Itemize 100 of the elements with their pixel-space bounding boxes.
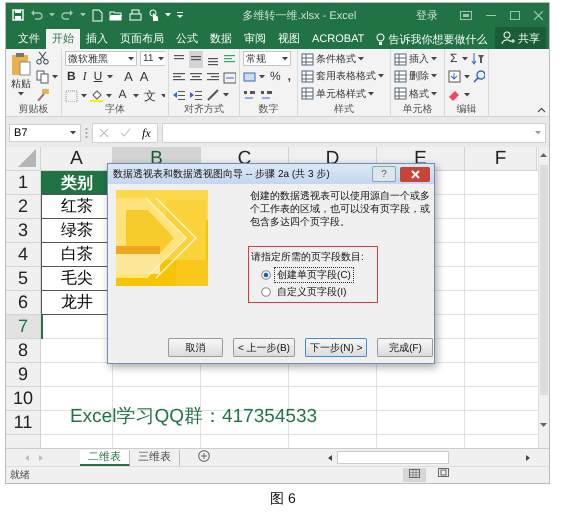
shrink-font-button[interactable]: A [138,69,150,84]
undo-icon[interactable] [30,9,43,21]
italic-button[interactable]: I [80,69,89,84]
caret-icon[interactable] [165,13,171,17]
font-size-field[interactable]: 11 [140,51,165,66]
column-header[interactable]: F [465,147,537,171]
caret-icon[interactable] [223,93,229,97]
ribbon-tab[interactable]: 插入 [80,29,114,49]
share-button[interactable]: 共享 [495,27,546,49]
sheet-tab[interactable]: 二维表 [80,450,130,466]
accounting-icon[interactable] [243,70,256,84]
sign-in-link[interactable]: 登录 [416,8,438,22]
close-button[interactable] [400,166,430,182]
scroll-right-icon[interactable] [525,454,531,462]
ribbon-tab[interactable]: 页面布局 [114,29,170,49]
caret-icon[interactable] [81,94,87,98]
add-sheet-icon[interactable] [198,450,210,462]
radio-label[interactable]: 创建单页字段(C) [274,267,354,283]
scrollbar-thumb[interactable] [540,165,548,395]
search-icon[interactable] [473,70,485,83]
caret-icon[interactable] [52,74,58,78]
caret-icon[interactable] [18,92,24,96]
number-format-field[interactable]: 常规 [243,51,291,66]
name-box[interactable]: B7 [9,124,81,142]
fill-color-icon[interactable] [90,89,103,102]
printer-icon[interactable] [129,9,142,21]
fill-down-icon[interactable] [448,70,461,83]
radio-button[interactable] [261,287,271,297]
radio-label[interactable]: 自定义页字段(I) [274,285,350,299]
copy-icon[interactable] [36,70,49,84]
paste-button[interactable]: 粘贴 [9,51,33,102]
caret-icon[interactable] [107,74,114,78]
ribbon-tab[interactable]: 开始 [46,29,80,49]
ribbon-tab[interactable]: ACROBAT [306,29,370,49]
dialog-button[interactable]: 取消 [168,338,223,357]
ribbon-command[interactable]: 套用表格格式 [301,68,384,85]
save-icon[interactable] [12,9,24,21]
orientation-icon[interactable] [206,88,220,102]
close-icon[interactable] [534,10,543,20]
dialog-button[interactable]: < 上一步(B) [233,338,295,357]
phonetic-button[interactable]: 文 [142,88,158,102]
caret-icon[interactable] [464,92,470,96]
customize-icon[interactable] [177,12,183,18]
new-document-icon[interactable] [92,8,103,22]
caret-icon[interactable] [282,56,288,60]
ribbon-tab[interactable]: 视图 [272,29,306,49]
normal-view-icon[interactable] [409,469,420,478]
ribbon-command[interactable]: 格式 [394,86,437,102]
font-color-button[interactable]: A [115,87,130,102]
caret-icon[interactable] [431,74,437,78]
caret-icon[interactable] [462,56,468,60]
ribbon-command[interactable]: 插入 [394,51,437,68]
page-layout-icon[interactable] [438,468,449,477]
scroll-left-icon[interactable] [327,454,333,462]
scrollbar-thumb[interactable] [337,451,449,464]
ribbon-tab[interactable]: 公式 [170,29,204,49]
scissors-icon[interactable] [36,51,49,65]
lightbulb-icon[interactable] [376,33,386,45]
merge-center-icon[interactable] [223,71,236,85]
caret-icon[interactable] [158,56,164,60]
bold-button[interactable]: B [65,69,78,84]
sort-filter-icon[interactable] [471,52,485,66]
scroll-up-icon[interactable] [539,151,548,159]
person-add-icon[interactable] [501,31,515,45]
ribbon-tab[interactable]: 审阅 [238,29,272,49]
maximize-icon[interactable] [510,10,520,20]
caret-icon[interactable] [70,131,76,135]
caret-icon[interactable] [106,94,112,98]
row-header[interactable]: 7 [6,315,41,339]
underline-button[interactable]: U [92,69,104,84]
checkmark-icon[interactable] [120,128,131,138]
ribbon-command[interactable]: 单元格样式 [301,86,384,102]
caret-icon[interactable] [133,94,139,98]
caret-icon[interactable] [464,74,470,78]
caret-icon[interactable] [431,92,437,96]
caret-icon[interactable] [358,57,364,62]
radio-button[interactable] [261,270,271,280]
scroll-down-icon[interactable] [539,421,548,429]
collapse-ribbon-icon[interactable] [537,107,546,113]
increase-indent-icon[interactable] [189,88,203,102]
ribbon-tab[interactable]: 数据 [204,29,238,49]
caret-icon[interactable] [378,74,384,78]
column-header[interactable]: A [41,147,113,171]
caret-icon[interactable] [431,57,437,62]
comma-button[interactable]: , [286,69,294,84]
formula-input[interactable] [162,123,546,143]
percent-button[interactable]: % [268,69,283,84]
dialog-button[interactable]: 完成(F) [377,338,434,357]
touch-mode-icon[interactable] [148,8,159,22]
ribbon-command[interactable]: 删除 [394,68,437,85]
decrease-indent-icon[interactable] [172,88,186,102]
autosum-button[interactable]: Σ [448,51,460,66]
caret-icon[interactable] [259,74,265,78]
tell-me-field[interactable]: 告诉我你想要做什么 [388,32,488,46]
font-name-field[interactable]: 微软雅黑 [65,51,137,66]
ribbon-tab[interactable]: 文件 [12,29,46,49]
help-button[interactable]: ? [372,166,396,182]
redo-icon[interactable] [61,9,74,21]
insert-function-button[interactable]: fx [142,126,151,140]
format-painter-icon[interactable] [36,88,50,102]
